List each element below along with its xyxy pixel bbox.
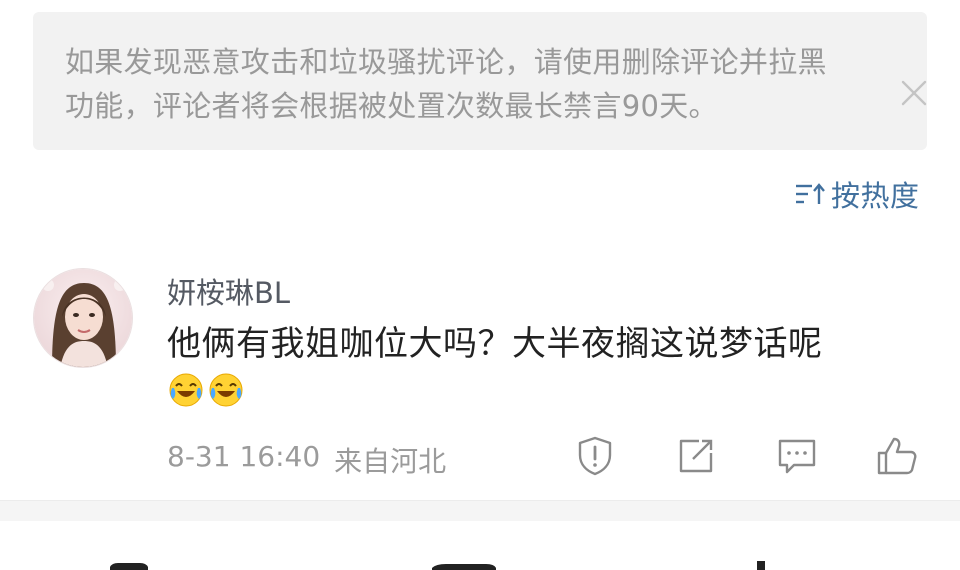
bottom-toolbar-edge bbox=[110, 561, 765, 570]
sort-by-hot-button[interactable]: 按热度 bbox=[794, 176, 920, 213]
laugh-cry-emoji-icon bbox=[209, 373, 243, 407]
sort-icon bbox=[796, 183, 825, 204]
comments-screen: 如果发现恶意攻击和垃圾骚扰评论，请使用删除评论并拉黑功能，评论者将会根据被处置次… bbox=[0, 0, 960, 570]
comment-location: 来自河北 bbox=[334, 445, 447, 478]
avatar[interactable] bbox=[33, 268, 133, 368]
next-item-peek bbox=[0, 521, 960, 570]
emoji-row bbox=[167, 371, 245, 409]
sort-label: 按热度 bbox=[831, 179, 920, 213]
share-icon[interactable] bbox=[673, 433, 719, 479]
comment-username[interactable]: 妍桉琳BL bbox=[167, 270, 290, 312]
comment-date: 8-31 16:40 bbox=[167, 440, 321, 473]
comment-meta: 8-31 16:40 来自河北 bbox=[167, 440, 446, 480]
report-icon[interactable] bbox=[572, 433, 618, 479]
comment-text: 他俩有我姐咖位大吗？大半夜搁这说梦话呢 bbox=[167, 324, 823, 364]
laugh-cry-emoji-icon bbox=[169, 373, 203, 407]
section-gap bbox=[0, 501, 960, 521]
avatar-image bbox=[34, 269, 132, 367]
close-icon[interactable] bbox=[899, 78, 929, 108]
like-icon[interactable] bbox=[874, 433, 920, 479]
moderation-notice-banner: 如果发现恶意攻击和垃圾骚扰评论，请使用删除评论并拉黑功能，评论者将会根据被处置次… bbox=[33, 12, 927, 150]
notice-text: 如果发现恶意攻击和垃圾骚扰评论，请使用删除评论并拉黑功能，评论者将会根据被处置次… bbox=[65, 45, 827, 123]
reply-icon[interactable] bbox=[774, 433, 820, 479]
